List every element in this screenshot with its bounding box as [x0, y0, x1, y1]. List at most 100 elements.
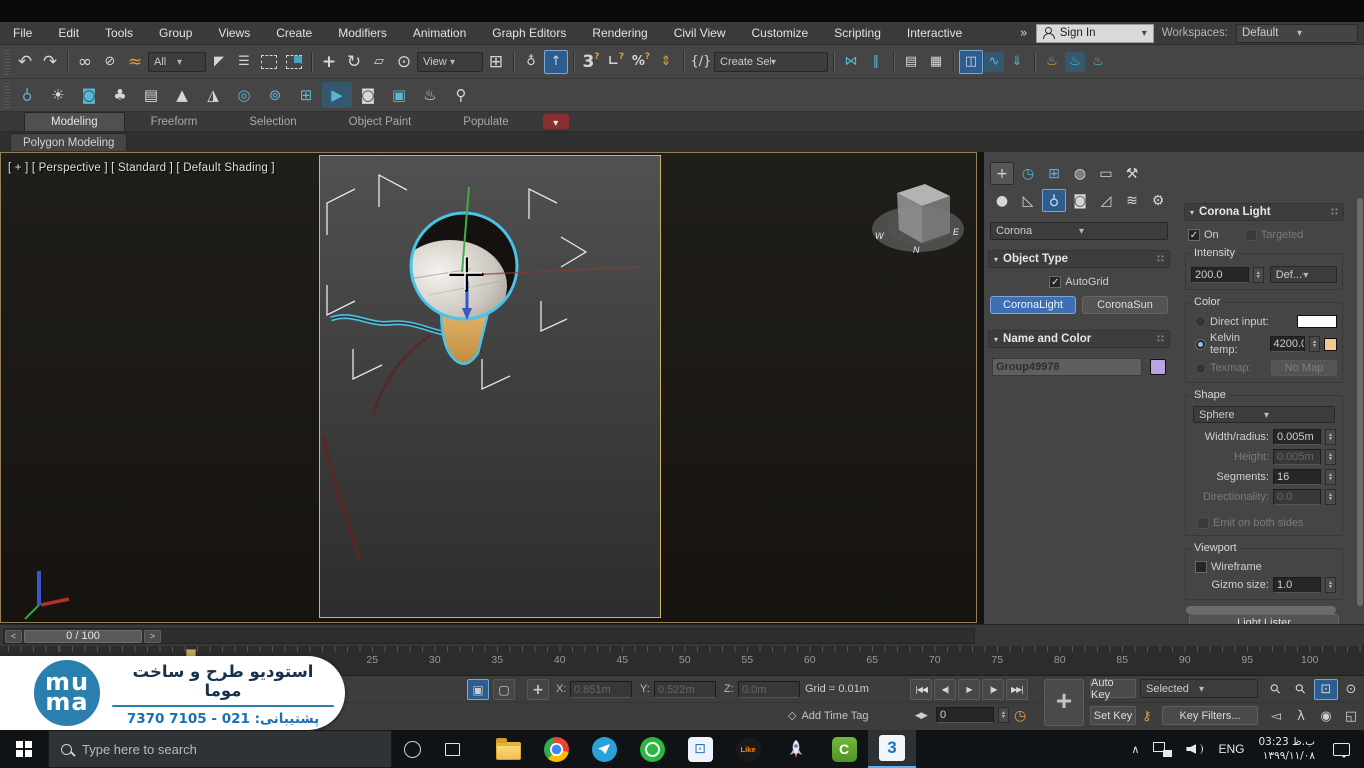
gizmo-spinner[interactable] — [1325, 577, 1336, 593]
whatsapp-button[interactable] — [628, 730, 676, 768]
menu-item[interactable]: Customize — [739, 22, 822, 45]
texmap-button[interactable]: No Map — [1271, 360, 1337, 376]
layered-sphere-icon[interactable]: ⊚ — [260, 82, 290, 108]
create-tab-icon[interactable]: + — [990, 162, 1014, 185]
chrome-button[interactable] — [532, 730, 580, 768]
motion-tab-icon[interactable]: ◍ — [1068, 162, 1092, 185]
select-and-scale-icon[interactable]: ▱ — [367, 50, 391, 74]
corona-sun-icon[interactable]: ☀ — [43, 82, 73, 108]
display-tab-icon[interactable]: ▭ — [1094, 162, 1118, 185]
task-view-button[interactable] — [432, 730, 472, 768]
wireframe-checkbox[interactable] — [1195, 561, 1207, 573]
menu-item[interactable]: Group — [146, 22, 205, 45]
time-slider-handle[interactable]: 0 / 100 — [24, 630, 142, 643]
ribbon-tab[interactable]: Freeform — [125, 112, 224, 131]
view-cube[interactable]: W N E — [872, 184, 964, 255]
curve-editor-icon[interactable]: ∿ — [984, 52, 1004, 72]
name-and-color-rollout-header[interactable]: Name and Color — [988, 330, 1170, 348]
menu-item[interactable]: Scripting — [821, 22, 894, 45]
light-category-dropdown[interactable]: Corona — [990, 222, 1168, 240]
network-tray-icon[interactable] — [1153, 742, 1172, 757]
corona-light-button[interactable]: CoronaLight — [990, 296, 1076, 314]
slate-material-editor-icon[interactable]: ◫ — [959, 50, 983, 74]
taskbar-clock[interactable]: ب.ظ 03:23 ۱۳۹۹/۱۱/۰۸ — [1258, 735, 1315, 763]
render-production-icon[interactable]: ♨ — [1086, 50, 1110, 74]
object-name-field[interactable]: Group49978 — [992, 358, 1142, 376]
keyboard-shortcut-override-icon[interactable]: ↑ — [544, 50, 568, 74]
zoom-extents-icon[interactable]: ⊡ — [1314, 679, 1338, 700]
box-list-icon[interactable]: ▣ — [384, 82, 414, 108]
notification-center-icon[interactable] — [1333, 743, 1350, 756]
select-by-name-icon[interactable]: ☰ — [232, 50, 256, 74]
previous-frame-button[interactable]: ◀| — [934, 679, 956, 700]
autogrid-checkbox[interactable] — [1049, 276, 1061, 288]
corona-sun-button[interactable]: CoronaSun — [1082, 296, 1168, 314]
plus-box-icon[interactable]: ⊞ — [291, 82, 321, 108]
add-time-tag[interactable]: Add Time Tag — [788, 706, 869, 727]
utilities-tab-icon[interactable]: ⚒ — [1120, 162, 1144, 185]
shapes-icon[interactable]: ◺ — [1016, 189, 1040, 212]
align-icon[interactable]: ∥ — [864, 50, 888, 74]
modify-tab-icon[interactable]: ◷ — [1016, 162, 1040, 185]
play-box-icon[interactable]: ▶ — [322, 82, 352, 108]
camera-icon[interactable]: ◙ — [74, 82, 104, 108]
direct-color-swatch[interactable] — [1297, 315, 1337, 328]
select-and-move-icon[interactable]: + — [317, 50, 341, 74]
rendered-frame-window-icon[interactable]: ♨ — [1065, 52, 1085, 72]
menu-item[interactable]: Animation — [400, 22, 479, 45]
schematic-view-icon[interactable]: ⇓ — [1005, 50, 1029, 74]
height-spinner[interactable] — [1325, 449, 1336, 465]
torus-icon[interactable]: ◎ — [229, 82, 259, 108]
next-frame-button[interactable]: |▶ — [982, 679, 1004, 700]
time-configuration-icon[interactable]: ◷ — [1014, 706, 1026, 727]
scene-explorer-icon[interactable]: ▦ — [924, 50, 948, 74]
ribbon-config-dropdown[interactable] — [543, 114, 569, 129]
hidden-icons-chevron[interactable] — [1131, 743, 1139, 756]
helpers-icon[interactable]: ◿ — [1094, 189, 1118, 212]
shape-type-dropdown[interactable]: Sphere — [1193, 406, 1335, 423]
taskbar-search-box[interactable] — [48, 730, 392, 768]
panel-vertical-scrollbar[interactable] — [1357, 198, 1363, 606]
menu-item[interactable]: Tools — [92, 22, 146, 45]
hierarchy-tab-icon[interactable]: ⊞ — [1042, 162, 1066, 185]
play-button[interactable]: ▶ — [958, 679, 980, 700]
select-and-manipulate-icon[interactable]: ♁ — [519, 50, 543, 74]
walk-through-icon[interactable]: λ — [1289, 706, 1313, 727]
set-key-button[interactable]: Set Key — [1090, 706, 1136, 725]
directionality-field[interactable]: 0.0 — [1273, 489, 1321, 505]
current-frame-field[interactable]: 0 — [936, 707, 994, 723]
menu-item[interactable]: Interactive — [894, 22, 975, 45]
panel-horizontal-scrollbar[interactable] — [1186, 606, 1336, 614]
volume-tray-icon[interactable] — [1186, 742, 1204, 756]
absolute-mode-toggle[interactable] — [527, 679, 549, 700]
emit-both-sides-checkbox[interactable] — [1197, 517, 1209, 529]
object-color-swatch[interactable] — [1150, 359, 1166, 375]
snaps-toggle-3d-icon[interactable]: 3 — [579, 50, 603, 74]
selection-set-key-dropdown[interactable]: Selected — [1140, 679, 1258, 698]
isolate-selection-toggle[interactable] — [493, 679, 515, 700]
menu-item[interactable]: Graph Editors — [479, 22, 579, 45]
perspective-viewport[interactable]: W N E [ + ] [ Perspective ] [ Standard ]… — [0, 152, 977, 623]
corona-light-icon[interactable]: ⚲ — [12, 82, 42, 108]
rectangular-selection-region-icon[interactable] — [257, 50, 281, 74]
camtasia-button[interactable] — [820, 730, 868, 768]
previous-frame-slider-button[interactable]: < — [5, 630, 22, 643]
use-pivot-point-center-icon[interactable]: ⊞ — [484, 50, 508, 74]
search-input[interactable] — [82, 742, 342, 757]
reference-coordinate-dropdown[interactable]: View — [417, 52, 483, 72]
set-key-mode-button[interactable] — [1044, 679, 1084, 726]
field-of-view-icon[interactable]: ◅ — [1264, 706, 1288, 727]
key-step-arrows-icon[interactable]: ◀▶ — [915, 706, 927, 727]
intensity-units-dropdown[interactable]: Def...^2) — [1270, 266, 1337, 283]
z-coordinate-field[interactable]: 0.0m — [738, 681, 800, 698]
telegram-button[interactable] — [580, 730, 628, 768]
width-radius-field[interactable]: 0.005m — [1273, 429, 1321, 445]
viewcube-west-label[interactable]: W — [875, 231, 885, 241]
object-type-rollout-header[interactable]: Object Type — [988, 250, 1170, 268]
lights-icon[interactable]: ⚲ — [1042, 189, 1066, 212]
kelvin-temp-radio[interactable] — [1195, 339, 1206, 350]
ribbon-tab[interactable]: Object Paint — [323, 112, 438, 131]
manage-layers-icon[interactable]: ▤ — [899, 50, 923, 74]
create-selection-set-dropdown[interactable]: Create Selection Se — [714, 52, 828, 72]
start-button[interactable] — [0, 730, 48, 768]
